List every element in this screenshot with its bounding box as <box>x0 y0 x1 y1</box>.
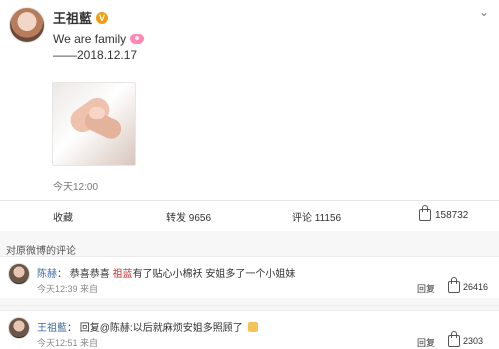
repost-button[interactable]: 转发 9656 <box>166 209 211 224</box>
commenter-avatar[interactable] <box>8 317 30 339</box>
comment-text: 回复@陈赫:以后就麻烦安姐多照顾了 <box>79 323 243 334</box>
comments-title: 对原微博的评论 <box>6 246 76 257</box>
post-text-line: We are family <box>53 32 145 46</box>
comment-button[interactable]: 评论 11156 <box>292 209 341 224</box>
reply-button[interactable]: 回复 <box>417 336 435 349</box>
comment-item: 王祖藍： 回复@陈赫:以后就麻烦安姐多照顾了 今天12:51 来自 回复 230… <box>0 310 499 349</box>
comment-mention[interactable]: 祖蓝 <box>113 269 133 280</box>
comment-like-button[interactable]: 26416 <box>448 277 489 293</box>
comment-text-suffix: 有了贴心小棉袄 安姐多了一个小姐妹 <box>132 269 296 280</box>
praying-hands-emoji-icon <box>247 322 258 332</box>
comment-text-line: 王祖藍： 回复@陈赫:以后就麻烦安姐多照顾了 <box>37 319 258 334</box>
post-time: 今天12:00 <box>53 182 99 193</box>
comment-separator: ： <box>67 323 77 334</box>
commenter-avatar[interactable] <box>8 263 30 285</box>
thumbs-up-icon <box>448 331 460 347</box>
collect-label: 收藏 <box>53 213 73 224</box>
ribbon-emoji-icon <box>130 34 145 44</box>
thumbs-up-icon <box>419 205 431 221</box>
repost-label: 转发 9656 <box>166 213 212 224</box>
comment-label: 评论 11156 <box>292 213 342 224</box>
commenter-name[interactable]: 陈赫 <box>37 269 57 280</box>
comment-separator: ： <box>57 269 67 280</box>
comment-time: 今天12:51 来自 <box>37 338 99 348</box>
post-actions-bar: 收藏 转发 9656 评论 11156 158732 <box>0 200 499 232</box>
author-avatar[interactable] <box>9 7 45 43</box>
comment-like-button[interactable]: 2303 <box>448 331 484 347</box>
collect-button[interactable]: 收藏 <box>53 209 73 224</box>
post-photo[interactable] <box>52 82 136 166</box>
author-row: 王祖藍 V <box>53 8 109 27</box>
verified-badge: V <box>96 11 109 24</box>
comment-text-prefix: 恭喜恭喜 <box>69 269 113 280</box>
like-button[interactable]: 158732 <box>419 205 469 221</box>
more-options[interactable]: ⌄ <box>479 5 489 19</box>
commenter-name[interactable]: 王祖藍 <box>37 323 67 334</box>
comment-time: 今天12:39 来自 <box>37 284 99 294</box>
comment-divider <box>0 305 499 306</box>
reply-button[interactable]: 回复 <box>417 282 435 295</box>
post-date-line: ——2018.12.17 <box>53 48 138 62</box>
chevron-down-icon: ⌄ <box>478 5 489 19</box>
comment-like-count: 2303 <box>463 336 484 346</box>
comment-like-count: 26416 <box>463 282 489 292</box>
photo-baby-hand-shape <box>89 107 105 119</box>
post-text: We are family <box>53 32 127 46</box>
author-name[interactable]: 王祖藍 <box>53 8 92 27</box>
like-count: 158732 <box>435 209 469 221</box>
thumbs-up-icon <box>448 277 460 293</box>
comment-item: 陈赫： 恭喜恭喜 祖蓝有了贴心小棉袄 安姐多了一个小姐妹 今天12:39 来自 … <box>0 256 499 298</box>
comment-text-line: 陈赫： 恭喜恭喜 祖蓝有了贴心小棉袄 安姐多了一个小姐妹 <box>37 265 295 280</box>
weibo-post: 王祖藍 V ⌄ We are family ——2018.12.17 今天12:… <box>0 0 499 200</box>
